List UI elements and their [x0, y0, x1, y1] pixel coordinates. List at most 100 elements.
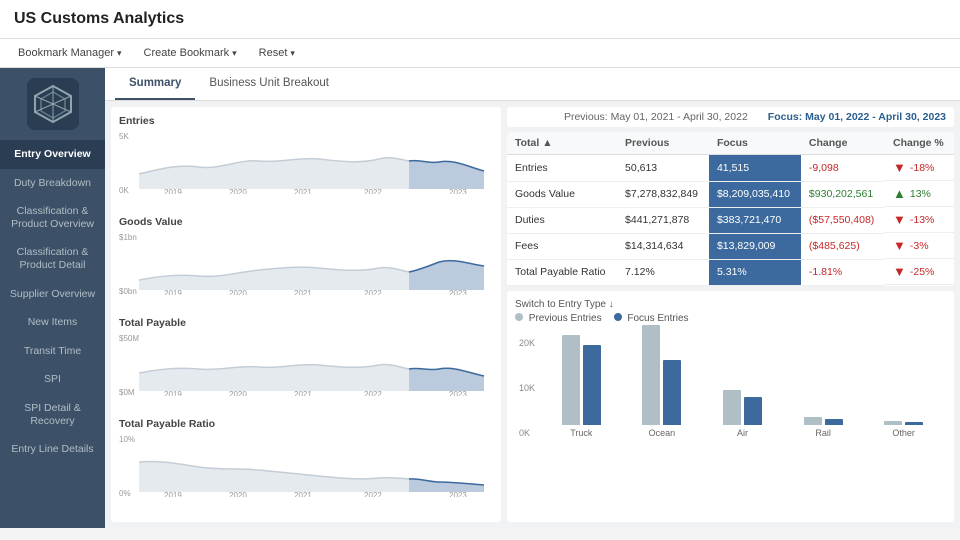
focus-bar: [825, 419, 843, 425]
bar-label: Ocean: [649, 428, 676, 438]
sidebar-item-supplier-overview[interactable]: Supplier Overview: [0, 280, 105, 309]
sidebar-item-entry-line-details[interactable]: Entry Line Details: [0, 435, 105, 464]
svg-text:2021: 2021: [294, 390, 312, 396]
content-area: Summary Business Unit Breakout Entries 5…: [105, 68, 960, 528]
stats-table: Total ▲ Previous Focus Change Change % E…: [507, 132, 954, 286]
table-cell-change-pct: ▲13%: [885, 181, 954, 207]
table-cell-change-pct: ▼-18%: [885, 155, 954, 181]
focus-bar: [583, 345, 601, 425]
col-previous: Previous: [617, 132, 709, 155]
table-cell-focus: $383,721,470: [709, 207, 801, 233]
chevron-down-icon: ▾: [290, 48, 295, 59]
sidebar: Entry Overview Duty Breakdown Classifica…: [0, 68, 105, 528]
table-cell-change: $930,202,561: [801, 181, 885, 207]
focus-bar: [663, 360, 681, 425]
bar-label: Other: [892, 428, 915, 438]
sidebar-item-transit-time[interactable]: Transit Time: [0, 337, 105, 366]
svg-text:0K: 0K: [119, 186, 129, 194]
col-focus: Focus: [709, 132, 801, 155]
svg-text:2021: 2021: [294, 289, 312, 295]
right-panel: Previous: May 01, 2021 - April 30, 2022 …: [507, 107, 954, 522]
total-payable-chart-section: Total Payable $50M $0M 2019 2020: [119, 317, 493, 413]
table-cell-previous: 50,613: [617, 155, 709, 182]
sidebar-item-new-items[interactable]: New Items: [0, 308, 105, 337]
date-header: Previous: May 01, 2021 - April 30, 2022 …: [507, 107, 954, 127]
create-bookmark-button[interactable]: Create Bookmark ▾: [140, 45, 241, 61]
entries-label: Entries: [119, 115, 493, 127]
svg-text:2023: 2023: [449, 188, 467, 194]
bookmark-manager-button[interactable]: Bookmark Manager ▾: [14, 45, 126, 61]
chevron-down-icon: ▾: [117, 48, 122, 59]
svg-text:2022: 2022: [364, 289, 382, 295]
sidebar-item-spi[interactable]: SPI: [0, 365, 105, 394]
goods-value-label: Goods Value: [119, 216, 493, 228]
app-title: US Customs Analytics: [14, 10, 184, 27]
table-cell-metric: Entries: [507, 155, 617, 182]
previous-bar: [723, 390, 741, 425]
svg-text:2023: 2023: [449, 390, 467, 396]
switch-entry-type-label[interactable]: Switch to Entry Type ↓: [515, 299, 946, 310]
svg-text:2020: 2020: [229, 289, 247, 295]
svg-text:2019: 2019: [164, 390, 182, 396]
bar-label: Air: [737, 428, 748, 438]
table-cell-metric: Total Payable Ratio: [507, 259, 617, 285]
col-change-pct: Change %: [885, 132, 954, 155]
reset-button[interactable]: Reset ▾: [255, 45, 299, 61]
sidebar-item-duty-breakdown[interactable]: Duty Breakdown: [0, 169, 105, 198]
svg-text:2019: 2019: [164, 289, 182, 295]
svg-text:2023: 2023: [449, 289, 467, 295]
tab-business-unit-breakout[interactable]: Business Unit Breakout: [195, 68, 343, 100]
table-cell-previous: $14,314,634: [617, 233, 709, 259]
sidebar-item-entry-overview[interactable]: Entry Overview: [0, 140, 105, 169]
table-cell-change: ($485,625): [801, 233, 885, 259]
sidebar-item-classification-product-detail[interactable]: Classification & Product Detail: [0, 238, 105, 279]
chevron-down-icon: ▾: [232, 48, 237, 59]
table-cell-metric: Duties: [507, 207, 617, 233]
table-cell-change-pct: ▼-25%: [885, 259, 954, 285]
previous-bar: [884, 421, 902, 425]
total-payable-ratio-label: Total Payable Ratio: [119, 418, 493, 430]
bar-group: Ocean: [624, 325, 701, 438]
goods-value-chart-section: Goods Value $1bn $0bn 2019 2020: [119, 216, 493, 312]
table-cell-previous: $7,278,832,849: [617, 181, 709, 207]
svg-text:2020: 2020: [229, 188, 247, 194]
table-cell-focus: 41,515: [709, 155, 801, 182]
legend-focus-dot: [614, 313, 622, 321]
sidebar-item-classification-product-overview[interactable]: Classification & Product Overview: [0, 197, 105, 238]
svg-text:2020: 2020: [229, 390, 247, 396]
app-logo: [27, 78, 79, 130]
svg-text:$1bn: $1bn: [119, 233, 137, 242]
svg-text:2021: 2021: [294, 188, 312, 194]
previous-date-range: Previous: May 01, 2021 - April 30, 2022: [564, 111, 748, 123]
bar-chart: 20K10K0KTruckOceanAirRailOther: [515, 328, 946, 438]
svg-text:0%: 0%: [119, 489, 131, 497]
table-cell-previous: 7.12%: [617, 259, 709, 285]
svg-text:5K: 5K: [119, 132, 129, 141]
focus-date-range: Focus: May 01, 2022 - April 30, 2023: [768, 111, 946, 123]
legend-previous: Previous Entries: [515, 313, 602, 324]
svg-text:2020: 2020: [229, 491, 247, 497]
goods-value-chart: $1bn $0bn 2019 2020 2021 2022 2023: [119, 230, 493, 295]
svg-text:2023: 2023: [449, 491, 467, 497]
previous-bar: [642, 325, 660, 425]
charts-main: Entries 5K 0K: [105, 101, 960, 528]
app-header: US Customs Analytics: [0, 0, 960, 39]
main-layout: Entry Overview Duty Breakdown Classifica…: [0, 68, 960, 528]
bar-group: Air: [704, 390, 781, 438]
bar-group: Rail: [785, 417, 862, 438]
toolbar: Bookmark Manager ▾ Create Bookmark ▾ Res…: [0, 39, 960, 68]
total-payable-chart: $50M $0M 2019 2020 2021 2022 2023: [119, 331, 493, 396]
svg-text:$50M: $50M: [119, 334, 139, 343]
bar-chart-panel: Switch to Entry Type ↓ Previous Entries …: [507, 291, 954, 523]
sidebar-item-spi-detail-recovery[interactable]: SPI Detail & Recovery: [0, 394, 105, 435]
sidebar-nav: Entry Overview Duty Breakdown Classifica…: [0, 140, 105, 464]
bar-label: Rail: [815, 428, 831, 438]
legend-focus: Focus Entries: [614, 313, 689, 324]
bar-group: Other: [865, 421, 942, 438]
table-cell-change: ($57,550,408): [801, 207, 885, 233]
svg-text:$0bn: $0bn: [119, 287, 137, 295]
tab-summary[interactable]: Summary: [115, 68, 195, 100]
focus-bar: [744, 397, 762, 425]
table-cell-change: -9,098: [801, 155, 885, 182]
table-cell-focus: $13,829,009: [709, 233, 801, 259]
